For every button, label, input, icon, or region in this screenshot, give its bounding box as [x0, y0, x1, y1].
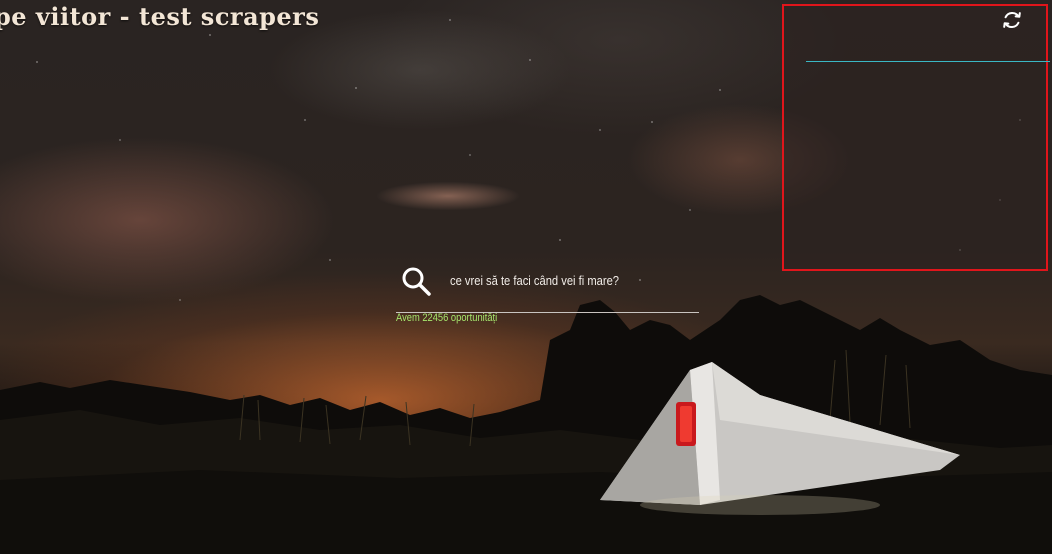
refresh-button[interactable] [999, 7, 1025, 33]
search-input[interactable] [450, 268, 657, 292]
search-icon[interactable] [400, 265, 432, 297]
site-title: pe viitor - test scrapers [0, 2, 320, 31]
refresh-icon [1003, 11, 1021, 29]
panel-divider [806, 61, 1050, 62]
opportunities-count: Avem 22456 oportunități [396, 312, 498, 324]
page-root: pe viitor - test scrapers Avem 22456 opo… [0, 0, 1052, 554]
search-bar [396, 260, 699, 313]
scraper-panel [782, 4, 1050, 271]
